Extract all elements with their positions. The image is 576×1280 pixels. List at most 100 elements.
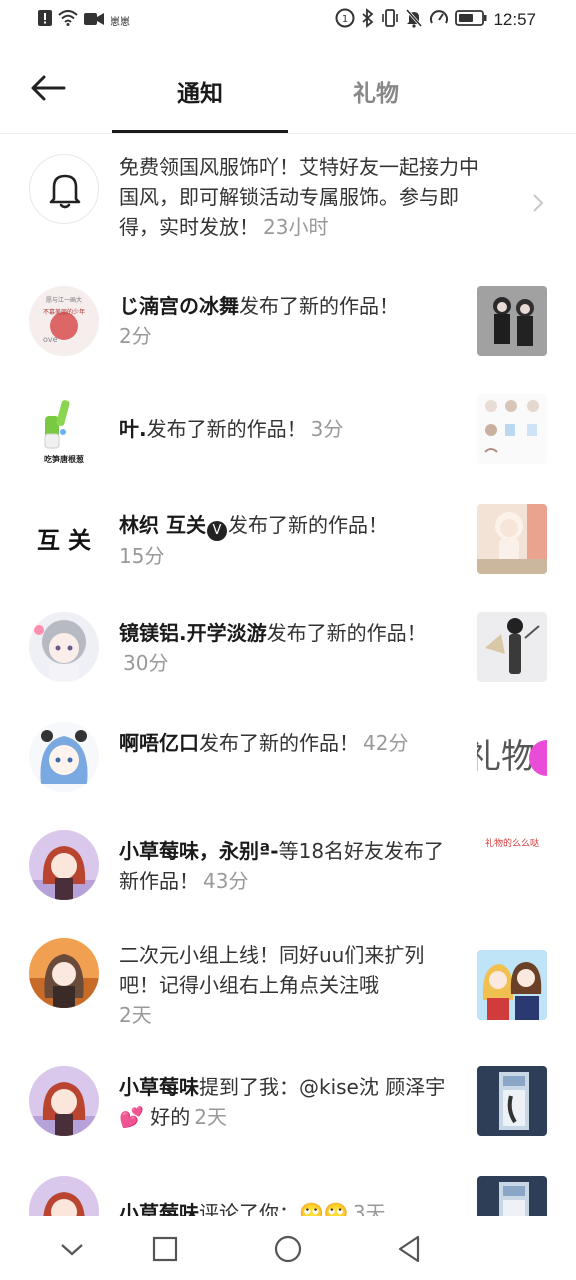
list-item[interactable]: 小草莓味，永别ª-等18名好友发布了新作品！ 43分 礼物的么么哒 (0, 830, 576, 902)
user-name[interactable]: 啊唔亿口 (119, 731, 199, 755)
avatar[interactable] (29, 612, 99, 682)
user-avatar-image (29, 830, 99, 900)
timestamp: 2分 (119, 324, 152, 348)
post-thumbnail[interactable] (477, 504, 547, 574)
thumbnail-image (477, 950, 547, 1020)
notification-text: 小草莓味评论了你：🙄🙄 3天 (119, 1198, 449, 1216)
list-item[interactable]: 愿与江一画大 不慕美丽的少年 ove じ湳宫の冰舞发布了新的作品！ 2分 (0, 286, 576, 358)
avatar[interactable] (29, 722, 99, 792)
avatar-caption: 吃笋唐根葱 (44, 454, 84, 464)
action-text: 评论了你：🙄🙄 (199, 1201, 349, 1216)
post-thumbnail[interactable] (477, 1066, 547, 1136)
action-text: 发布了新的作品！ (146, 417, 307, 441)
user-name[interactable]: 镜镁铝.开学淡游 (119, 621, 267, 645)
top-header: 通知 礼物 (0, 44, 576, 134)
timestamp: 3分 (310, 417, 344, 441)
timestamp: 2天 (194, 1105, 227, 1129)
thumbnail-image (477, 612, 547, 682)
thumbnail-image (477, 394, 547, 464)
list-item-system-notice[interactable]: 免费领国风服饰吖！艾特好友一起接力中国风，即可解锁活动专属服饰。参与即得，实时发… (0, 150, 576, 250)
user-avatar-image (29, 1066, 99, 1136)
thumbnail-image: 礼物的么么哒 (477, 830, 547, 900)
timestamp: 3天 (352, 1201, 386, 1216)
bell-icon (49, 174, 81, 209)
thumbnail-image: 礼物 (477, 722, 547, 792)
avatar-text: 互 关 (37, 527, 91, 554)
notification-text: 镜镁铝.开学淡游发布了新的作品！ 30分 (119, 618, 449, 678)
user-name[interactable]: 小草莓味 (119, 1201, 199, 1216)
avatar-label: 不慕美丽的少年 (43, 308, 85, 316)
active-tab-indicator (112, 130, 288, 133)
post-thumbnail[interactable] (477, 394, 547, 464)
notification-text: 啊唔亿口发布了新的作品！ 42分 (119, 728, 449, 758)
post-thumbnail[interactable] (477, 1176, 547, 1216)
user-avatar-image (29, 1176, 99, 1216)
back-triangle-icon[interactable] (394, 1234, 424, 1264)
thumbnail-image (477, 1176, 547, 1216)
avatar[interactable] (29, 1176, 99, 1216)
list-item[interactable]: 镜镁铝.开学淡游发布了新的作品！ 30分 (0, 612, 576, 684)
notification-text: 二次元小组上线！同好uu们来扩列吧！记得小组右上角点关注哦 2天 (119, 940, 449, 1030)
avatar[interactable] (29, 830, 99, 900)
user-name[interactable]: 叶. (119, 417, 147, 441)
user-name[interactable]: じ湳宫の冰舞 (119, 294, 239, 318)
home-circle-icon[interactable] (273, 1234, 303, 1264)
user-avatar-image: 愿与江一画大 不慕美丽的少年 ove (29, 286, 99, 356)
alert-icon (38, 10, 52, 30)
timestamp: 30分 (123, 651, 169, 675)
post-thumbnail[interactable]: 礼物 (477, 722, 547, 792)
action-text: 发布了新的作品！ (199, 731, 359, 755)
thumbnail-text: 礼物 (477, 737, 535, 777)
svg-text:1: 1 (342, 14, 348, 25)
user-name[interactable]: 小草莓味 (119, 1075, 199, 1099)
post-thumbnail[interactable] (477, 950, 547, 1020)
list-item[interactable]: 小草莓味评论了你：🙄🙄 3天 (0, 1176, 576, 1216)
notification-text: 小草莓味，永别ª-等18名好友发布了新作品！ 43分 (119, 836, 449, 896)
data-saver-icon: 1 (335, 8, 355, 32)
bell-avatar (29, 154, 99, 224)
notification-text: 小草莓味提到了我：@kise沈 顾泽宇💕 好的 2天 (119, 1072, 449, 1132)
avatar[interactable]: 互 关 (29, 504, 99, 574)
post-thumbnail[interactable]: 礼物的么么哒 (477, 830, 547, 900)
system-nav-bar (0, 1216, 576, 1280)
timestamp: 23小时 (263, 215, 329, 239)
notification-list[interactable]: 免费领国风服饰吖！艾特好友一起接力中国风，即可解锁活动专属服饰。参与即得，实时发… (0, 134, 576, 1216)
post-thumbnail[interactable] (477, 286, 547, 356)
timestamp: 2天 (119, 1003, 152, 1027)
back-button[interactable] (28, 70, 72, 106)
user-avatar-image (29, 722, 99, 792)
action-text: 二次元小组上线！同好uu们来扩列吧！记得小组右上角点关注哦 (119, 943, 425, 997)
list-item[interactable]: 二次元小组上线！同好uu们来扩列吧！记得小组右上角点关注哦 2天 (0, 938, 576, 1038)
battery-icon (455, 9, 487, 31)
avatar[interactable] (29, 1066, 99, 1136)
notification-text: じ湳宫の冰舞发布了新的作品！ 2分 (119, 291, 449, 351)
thumbnail-image (477, 1066, 547, 1136)
list-item[interactable]: 啊唔亿口发布了新的作品！ 42分 礼物 (0, 722, 576, 794)
user-avatar-image (29, 938, 99, 1008)
tab-gifts[interactable]: 礼物 (288, 74, 464, 108)
avatar[interactable] (29, 938, 99, 1008)
list-item[interactable]: 互 关 林织 互关 V 发布了新的作品！ 15分 (0, 504, 576, 576)
notification-text: 叶.发布了新的作品！ 3分 (119, 414, 449, 444)
recents-square-icon[interactable] (150, 1234, 180, 1264)
user-avatar-image: 互 关 (29, 504, 99, 574)
wifi-icon (58, 10, 78, 30)
avatar-label: ove (43, 335, 58, 344)
user-avatar-image: 吃笋唐根葱 (29, 394, 99, 464)
tab-notifications[interactable]: 通知 (112, 74, 288, 108)
video-icon (84, 11, 104, 30)
notification-text: 林织 互关 V 发布了新的作品！ 15分 (119, 510, 449, 571)
verified-badge: V (206, 521, 227, 541)
list-item[interactable]: 吃笋唐根葱 叶.发布了新的作品！ 3分 (0, 394, 576, 466)
carrier-label: 崽崽 (110, 16, 130, 28)
post-thumbnail[interactable] (477, 612, 547, 682)
user-name[interactable]: 小草莓味，永别ª- (119, 839, 279, 863)
avatar[interactable]: 吃笋唐根葱 (29, 394, 99, 464)
avatar[interactable]: 愿与江一画大 不慕美丽的少年 ove (29, 286, 99, 356)
user-name[interactable]: 林织 互关 (119, 513, 206, 537)
chevron-down-icon[interactable] (57, 1234, 87, 1264)
chevron-right-icon[interactable] (528, 190, 548, 216)
list-item[interactable]: 小草莓味提到了我：@kise沈 顾泽宇💕 好的 2天 (0, 1066, 576, 1138)
action-text: 发布了新的作品！ (239, 294, 399, 318)
action-text: 发布了新的作品！ (227, 513, 388, 537)
